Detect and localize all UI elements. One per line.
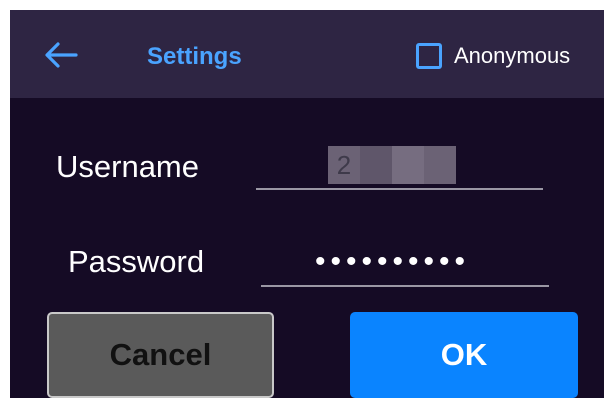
anonymous-label: Anonymous: [454, 43, 571, 68]
cancel-button[interactable]: Cancel: [47, 312, 274, 398]
username-char: [424, 146, 456, 184]
ok-button[interactable]: OK: [350, 312, 578, 398]
settings-dialog: Settings Anonymous Username 2 Password •…: [10, 10, 604, 398]
arrow-left-icon: [45, 42, 78, 68]
back-button[interactable]: [42, 40, 78, 70]
anonymous-checkbox[interactable]: [416, 43, 442, 69]
username-value: 2: [328, 146, 456, 184]
username-char: [360, 146, 392, 184]
username-field[interactable]: 2: [256, 136, 543, 190]
username-char: [392, 146, 424, 184]
header-bar: Settings Anonymous: [10, 10, 604, 98]
password-masked-value: ••••••••••: [315, 245, 471, 278]
password-label: Password: [68, 244, 205, 279]
username-label: Username: [56, 149, 199, 184]
username-char: 2: [328, 146, 360, 184]
password-field[interactable]: ••••••••••: [261, 238, 549, 287]
anonymous-toggle[interactable]: Anonymous: [416, 39, 570, 73]
page-title: Settings: [147, 43, 242, 70]
